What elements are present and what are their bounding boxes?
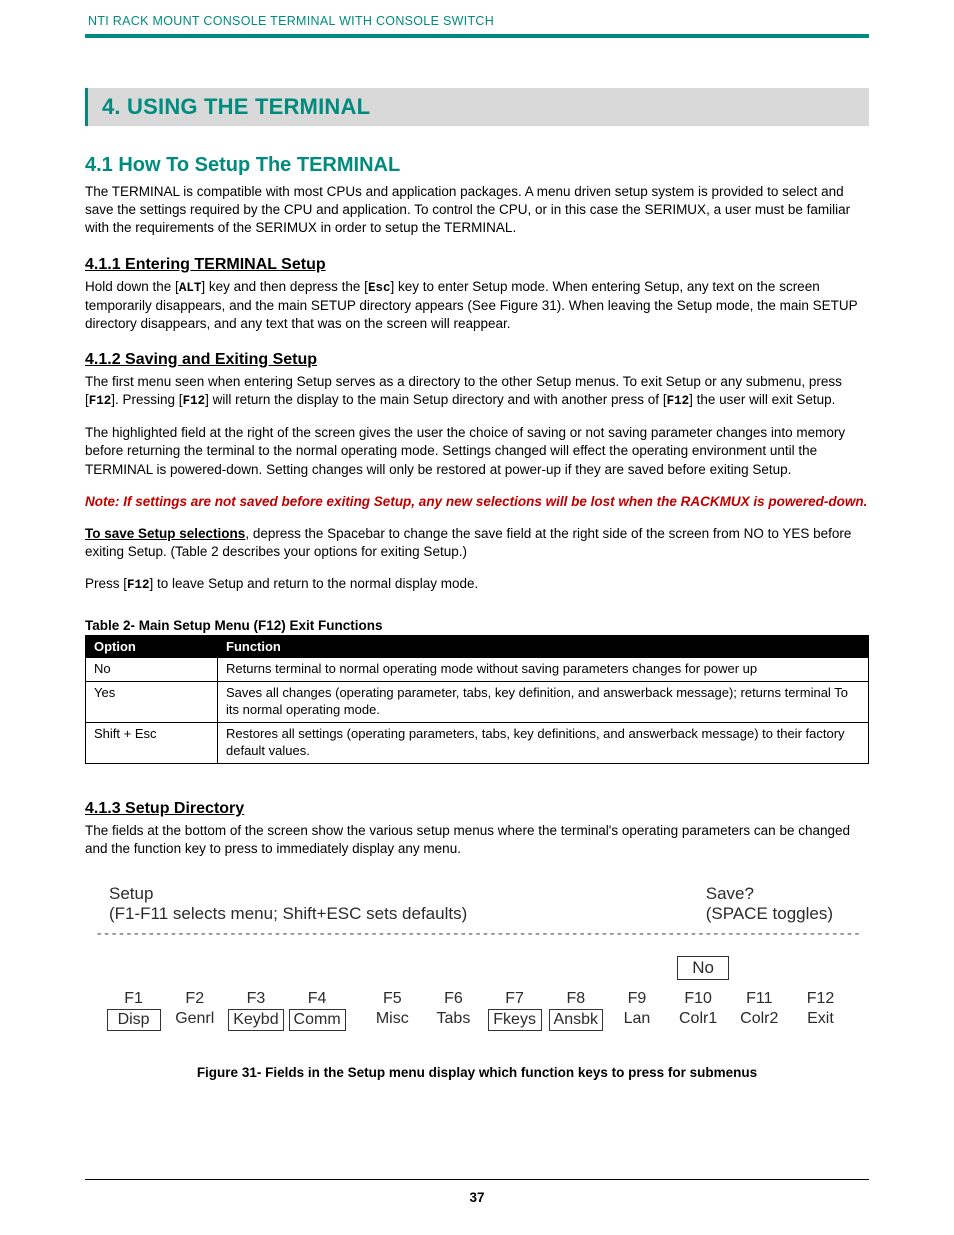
fkey-fkeys: F7Fkeys: [484, 990, 545, 1031]
fkey-exit: F12Exit: [790, 990, 851, 1031]
fkey-label: Keybd: [228, 1009, 283, 1031]
table-caption: Table 2- Main Setup Menu (F12) Exit Func…: [85, 618, 869, 633]
text: ] will return the display to the main Se…: [205, 392, 667, 407]
text: ] the user will exit Setup.: [689, 392, 835, 407]
table-row: Yes Saves all changes (operating paramet…: [86, 682, 869, 723]
th-option: Option: [86, 636, 218, 658]
page-number: 37: [0, 1190, 954, 1205]
heading-4-1-2: 4.1.2 Saving and Exiting Setup: [85, 351, 869, 369]
save-toggle-value: No: [677, 956, 729, 980]
fkey-label: Misc: [366, 1009, 418, 1029]
section-title: 4. USING THE TERMINAL: [102, 94, 859, 120]
key-alt: ALT: [179, 281, 202, 295]
fkey-number: F12: [790, 990, 851, 1008]
p-412-1: The first menu seen when entering Setup …: [85, 373, 869, 410]
p-413: The fields at the bottom of the screen s…: [85, 822, 869, 858]
fkey-tabs: F6Tabs: [423, 990, 484, 1031]
fkey-number: F5: [362, 990, 423, 1008]
warning-note: Note: If settings are not saved before e…: [85, 493, 869, 511]
fkey-row: F1DispF2GenrlF3KeybdF4CommF5MiscF6TabsF7…: [95, 990, 859, 1035]
text: ] to leave Setup and return to the norma…: [150, 576, 479, 591]
cell-option: Shift + Esc: [86, 722, 218, 763]
fkey-label: Colr1: [672, 1009, 724, 1029]
p-412-2: The highlighted field at the right of th…: [85, 424, 869, 479]
header-rule: [85, 34, 869, 38]
fkey-number: F10: [668, 990, 729, 1008]
text: ] key and then depress the [: [201, 279, 368, 294]
fkey-label: Genrl: [169, 1009, 221, 1029]
fig-hint: (F1-F11 selects menu; Shift+ESC sets def…: [109, 904, 467, 924]
key-f12: F12: [89, 394, 112, 408]
fkey-label: Tabs: [427, 1009, 479, 1029]
save-underline: To save Setup selections: [85, 526, 245, 541]
fig-divider: ----------------------------------------…: [95, 926, 859, 942]
p-411: Hold down the [ALT] key and then depress…: [85, 278, 869, 333]
fkey-comm: F4Comm: [287, 990, 348, 1031]
fkey-number: F3: [225, 990, 286, 1008]
fkey-number: F7: [484, 990, 545, 1008]
heading-4-1-1: 4.1.1 Entering TERMINAL Setup: [85, 256, 869, 274]
cell-function: Returns terminal to normal operating mod…: [218, 658, 869, 682]
table-row: Shift + Esc Restores all settings (opera…: [86, 722, 869, 763]
footer-rule: [85, 1179, 869, 1180]
fkey-disp: F1Disp: [103, 990, 164, 1031]
th-function: Function: [218, 636, 869, 658]
fkey-label: Ansbk: [549, 1009, 603, 1031]
text: Hold down the [: [85, 279, 179, 294]
fkey-label: Colr2: [733, 1009, 785, 1029]
p-412-3: Press [F12] to leave Setup and return to…: [85, 575, 869, 594]
fkey-label: Fkeys: [488, 1009, 542, 1031]
fkey-lan: F9Lan: [606, 990, 667, 1031]
p-save: To save Setup selections, depress the Sp…: [85, 525, 869, 561]
fig-setup-label: Setup: [109, 884, 467, 904]
fkey-number: F11: [729, 990, 790, 1008]
key-f12: F12: [183, 394, 206, 408]
cell-option: Yes: [86, 682, 218, 723]
key-esc: Esc: [368, 281, 391, 295]
fkey-number: F8: [545, 990, 606, 1008]
fkey-number: F4: [287, 990, 348, 1008]
heading-4-1: 4.1 How To Setup The TERMINAL: [85, 154, 869, 177]
text: ]. Pressing [: [111, 392, 182, 407]
fkey-ansbk: F8Ansbk: [545, 990, 606, 1031]
text: Press [: [85, 576, 127, 591]
fkey-keybd: F3Keybd: [225, 990, 286, 1031]
fkey-label: Comm: [289, 1009, 346, 1031]
fkey-label: Exit: [794, 1009, 846, 1029]
fig-left: Setup (F1-F11 selects menu; Shift+ESC se…: [109, 884, 467, 924]
exit-functions-table: Option Function No Returns terminal to n…: [85, 635, 869, 763]
cell-function: Restores all settings (operating paramet…: [218, 722, 869, 763]
intro-paragraph: The TERMINAL is compatible with most CPU…: [85, 183, 869, 238]
fkey-number: F2: [164, 990, 225, 1008]
fkey-colr1: F10Colr1: [668, 990, 729, 1031]
fkey-label: Disp: [107, 1009, 161, 1031]
fkey-number: F9: [606, 990, 667, 1008]
fkey-misc: F5Misc: [362, 990, 423, 1031]
key-f12: F12: [127, 578, 150, 592]
fig-right: Save? (SPACE toggles): [706, 884, 833, 924]
fkey-number: F6: [423, 990, 484, 1008]
table-row: No Returns terminal to normal operating …: [86, 658, 869, 682]
running-header: NTI RACK MOUNT CONSOLE TERMINAL WITH CON…: [85, 14, 869, 28]
figure-31: Setup (F1-F11 selects menu; Shift+ESC se…: [85, 876, 869, 1035]
fkey-number: F1: [103, 990, 164, 1008]
fig-space-hint: (SPACE toggles): [706, 904, 833, 924]
fkey-label: Lan: [611, 1009, 663, 1029]
fig-save-label: Save?: [706, 884, 833, 904]
heading-4-1-3: 4.1.3 Setup Directory: [85, 800, 869, 818]
fkey-colr2: F11Colr2: [729, 990, 790, 1031]
section-bar: 4. USING THE TERMINAL: [85, 88, 869, 126]
cell-function: Saves all changes (operating parameter, …: [218, 682, 869, 723]
cell-option: No: [86, 658, 218, 682]
fkey-genrl: F2Genrl: [164, 990, 225, 1031]
figure-caption: Figure 31- Fields in the Setup menu disp…: [85, 1065, 869, 1080]
key-f12: F12: [667, 394, 690, 408]
